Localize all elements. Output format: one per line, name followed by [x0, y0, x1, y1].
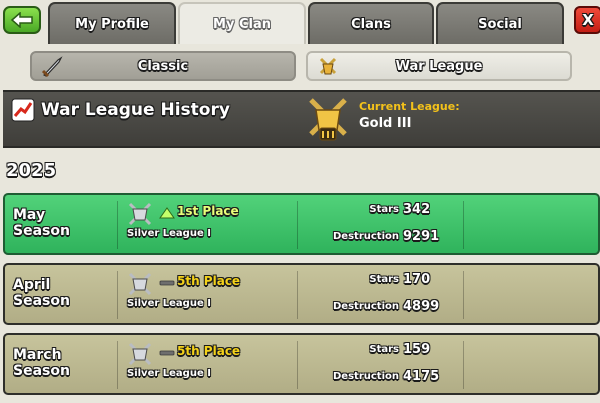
close-button[interactable]: X: [574, 6, 600, 34]
back-button[interactable]: [3, 6, 41, 34]
current-league-value: Gold III: [359, 116, 412, 131]
tab-label: My Clan: [213, 16, 271, 32]
season-word: Season: [13, 363, 70, 379]
row-divider: [117, 271, 118, 319]
destruction-label: Destruction: [333, 231, 399, 242]
tab-my-clan[interactable]: My Clan: [178, 2, 306, 44]
stars-label: Stars: [369, 204, 399, 215]
tab-label: Clans: [351, 16, 391, 32]
top-tab-bar: My Profile My Clan Clans Social X: [0, 0, 600, 44]
season-name: March Season: [13, 347, 113, 379]
war-league-history-header: War League History Current League: Gold …: [3, 90, 600, 148]
season-row-march[interactable]: March Season 5th Place Silver League I S…: [3, 333, 600, 395]
tab-label: Social: [478, 16, 522, 32]
silver-league-badge-icon: [128, 272, 152, 296]
silver-league-badge-icon: [128, 202, 152, 226]
season-league: Silver League I: [127, 228, 211, 239]
destruction-value: 4899: [403, 299, 440, 314]
season-league: Silver League I: [127, 298, 211, 309]
season-year: 2025: [6, 160, 57, 181]
history-title: War League History: [41, 100, 230, 120]
season-word: Season: [13, 293, 70, 309]
tab-clans[interactable]: Clans: [308, 2, 434, 44]
gold-league-badge-icon: [309, 98, 347, 141]
current-league-label: Current League:: [359, 100, 460, 113]
destruction-value: 4175: [403, 369, 440, 384]
season-name: May Season: [13, 207, 113, 239]
close-icon: X: [582, 11, 594, 29]
destruction-label: Destruction: [333, 301, 399, 312]
chart-trend-icon: [11, 98, 35, 122]
row-divider: [463, 341, 464, 389]
season-month: April: [13, 277, 51, 293]
season-name: April Season: [13, 277, 113, 309]
stars-label: Stars: [369, 344, 399, 355]
subtab-war-league[interactable]: War League: [306, 51, 572, 81]
season-league: Silver League I: [127, 368, 211, 379]
subtab-classic[interactable]: Classic: [30, 51, 296, 81]
subtab-label: Classic: [137, 58, 189, 74]
season-month: March: [13, 347, 62, 363]
stars-value: 159: [403, 342, 431, 357]
dash-icon: [159, 350, 175, 356]
silver-league-badge-icon: [128, 342, 152, 366]
stars-label: Stars: [369, 274, 399, 285]
season-row-april[interactable]: April Season 5th Place Silver League I S…: [3, 263, 600, 325]
row-divider: [117, 201, 118, 249]
season-place: 5th Place: [177, 274, 241, 288]
season-place: 1st Place: [177, 204, 239, 218]
season-row-may[interactable]: May Season 1st Place Silver League I Sta…: [3, 193, 600, 255]
sword-icon: [41, 56, 63, 78]
destruction-value: 9291: [403, 229, 440, 244]
subtab-label: War League: [395, 58, 483, 74]
tab-social[interactable]: Social: [436, 2, 564, 44]
tab-label: My Profile: [75, 16, 149, 32]
triangle-up-icon: [159, 207, 175, 219]
row-divider: [117, 341, 118, 389]
season-word: Season: [13, 223, 70, 239]
row-divider: [463, 201, 464, 249]
row-divider: [463, 271, 464, 319]
season-month: May: [13, 207, 46, 223]
war-league-icon: [319, 57, 337, 75]
stars-value: 342: [403, 202, 431, 217]
season-place: 5th Place: [177, 344, 241, 358]
tab-my-profile[interactable]: My Profile: [48, 2, 176, 44]
back-arrow-icon: [10, 12, 33, 28]
dash-icon: [159, 280, 175, 286]
stars-value: 170: [403, 272, 431, 287]
destruction-label: Destruction: [333, 371, 399, 382]
